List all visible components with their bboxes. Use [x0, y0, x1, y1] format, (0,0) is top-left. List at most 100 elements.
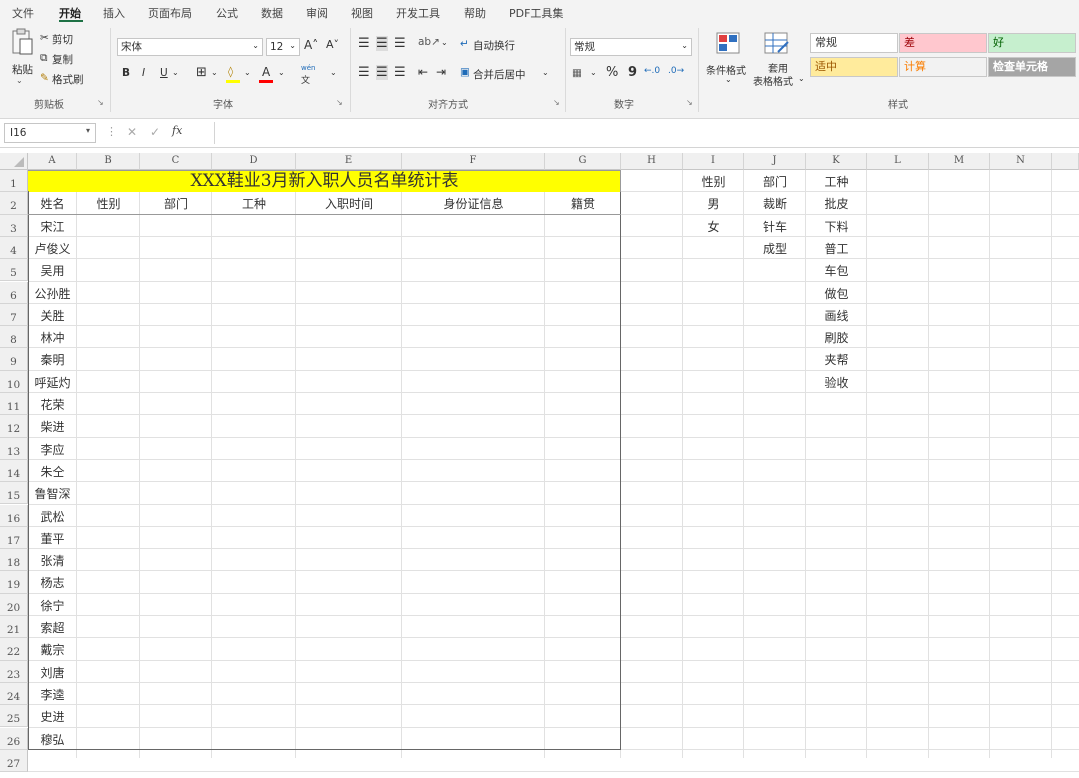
merge-center-icon[interactable]: ▣: [460, 66, 470, 78]
name-cell[interactable]: 吴用: [28, 259, 77, 281]
name-cell[interactable]: 柴进: [28, 415, 77, 437]
column-header-b[interactable]: B: [77, 153, 140, 170]
orientation-icon[interactable]: ab↗: [418, 36, 440, 48]
row-header-6[interactable]: 6: [0, 281, 28, 304]
format-as-table-button-line2[interactable]: 表格格式: [753, 73, 793, 88]
paste-icon[interactable]: [10, 28, 34, 56]
lookup-value-cell[interactable]: 下料: [806, 215, 867, 237]
name-cell[interactable]: 刘唐: [28, 661, 77, 683]
column-label-cell[interactable]: 性别: [77, 192, 140, 214]
font-name-box[interactable]: 宋体 ⌄: [117, 38, 263, 56]
row-header-23[interactable]: 23: [0, 660, 28, 683]
row-header-13[interactable]: 13: [0, 437, 28, 460]
name-box[interactable]: I16 ▾: [4, 123, 96, 143]
row-header-3[interactable]: 3: [0, 214, 28, 237]
name-cell[interactable]: 秦明: [28, 348, 77, 370]
style-check-cell[interactable]: 检查单元格: [988, 57, 1076, 77]
lookup-value-cell[interactable]: 裁断: [744, 192, 806, 214]
paste-button[interactable]: 粘贴: [12, 62, 33, 77]
lookup-header-cell[interactable]: 工种: [806, 170, 867, 192]
italic-button[interactable]: I: [142, 67, 145, 79]
column-label-cell[interactable]: 部门: [140, 192, 212, 214]
wrap-text-icon[interactable]: ↵: [460, 38, 469, 50]
column-header-m[interactable]: M: [929, 153, 990, 170]
column-header-g[interactable]: G: [545, 153, 621, 170]
number-format-box[interactable]: 常规 ⌄: [570, 38, 692, 56]
column-header-a[interactable]: A: [28, 153, 77, 170]
column-label-cell[interactable]: 工种: [212, 192, 296, 214]
style-normal[interactable]: 常规: [810, 33, 898, 53]
font-color-chevron-icon[interactable]: ⌄: [278, 68, 285, 77]
conditional-formatting-icon[interactable]: [716, 32, 740, 54]
clipboard-launcher-icon[interactable]: ↘: [97, 98, 104, 107]
column-label-cell[interactable]: 身份证信息: [402, 192, 545, 214]
row-header-10[interactable]: 10: [0, 370, 28, 393]
worksheet-grid[interactable]: ABCDEFGHIJKLMN 1 2 3 4 5 6 7 8 9 10 11 12 13 14 15 16 17…: [0, 153, 1079, 773]
lookup-value-cell[interactable]: 画线: [806, 304, 867, 326]
font-size-box[interactable]: 12 ⌄: [266, 38, 300, 56]
lookup-value-cell[interactable]: 做包: [806, 282, 867, 304]
phonetic-guide-icon[interactable]: wén: [301, 64, 315, 72]
orientation-chevron-icon[interactable]: ⌄: [441, 38, 448, 47]
tab-page-layout[interactable]: 页面布局: [148, 5, 192, 21]
tab-file[interactable]: 文件: [12, 5, 34, 21]
column-header-c[interactable]: C: [140, 153, 212, 170]
align-bottom-icon[interactable]: ☰: [394, 36, 406, 51]
name-cell[interactable]: 李应: [28, 438, 77, 460]
sheet-title[interactable]: XXX鞋业3月新入职人员名单统计表: [28, 170, 621, 192]
insert-function-icon[interactable]: fx: [172, 124, 182, 137]
number-launcher-icon[interactable]: ↘: [686, 98, 693, 107]
increase-decimal-icon[interactable]: ←.0: [644, 66, 660, 76]
increase-indent-icon[interactable]: ⇥: [436, 65, 446, 79]
name-cell[interactable]: 宋江: [28, 215, 77, 237]
row-header-26[interactable]: 26: [0, 727, 28, 750]
row-header-9[interactable]: 9: [0, 348, 28, 371]
row-header-14[interactable]: 14: [0, 459, 28, 483]
column-label-cell[interactable]: 入职时间: [296, 192, 402, 214]
decrease-font-icon[interactable]: A˅: [326, 38, 339, 51]
name-cell[interactable]: 张清: [28, 549, 77, 571]
format-painter-icon[interactable]: ✎: [40, 72, 49, 84]
name-cell[interactable]: 史进: [28, 705, 77, 727]
lookup-value-cell[interactable]: 针车: [744, 215, 806, 237]
row-header-2[interactable]: 2: [0, 192, 28, 215]
column-header-k[interactable]: K: [806, 153, 867, 170]
name-cell[interactable]: 公孙胜: [28, 282, 77, 304]
fill-color-icon[interactable]: ◊: [228, 66, 233, 78]
name-box-chevron-icon[interactable]: ▾: [86, 126, 90, 135]
lookup-header-cell[interactable]: 性别: [683, 170, 744, 192]
bold-button[interactable]: B: [122, 67, 130, 79]
format-painter-button[interactable]: 格式刷: [52, 72, 84, 87]
conditional-formatting-chevron-icon[interactable]: ⌄: [725, 75, 732, 84]
select-all-corner[interactable]: [0, 153, 28, 170]
align-top-icon[interactable]: ☰: [358, 36, 370, 51]
column-header-f[interactable]: F: [402, 153, 545, 170]
row-header-18[interactable]: 18: [0, 549, 28, 572]
row-header-16[interactable]: 16: [0, 504, 28, 527]
lookup-value-cell[interactable]: 成型: [744, 237, 806, 259]
column-label-cell[interactable]: 籍贯: [545, 192, 621, 214]
copy-icon[interactable]: ⧉: [40, 52, 48, 65]
tab-data[interactable]: 数据: [261, 5, 283, 21]
lookup-header-cell[interactable]: 部门: [744, 170, 806, 192]
lookup-value-cell[interactable]: 女: [683, 215, 744, 237]
borders-icon[interactable]: ⊞: [196, 65, 207, 80]
fill-color-chevron-icon[interactable]: ⌄: [244, 68, 251, 77]
name-cell[interactable]: 杨志: [28, 571, 77, 593]
row-header-21[interactable]: 21: [0, 616, 28, 639]
row-header-8[interactable]: 8: [0, 326, 28, 349]
lookup-value-cell[interactable]: 批皮: [806, 192, 867, 214]
underline-chevron-icon[interactable]: ⌄: [172, 68, 179, 77]
style-neutral[interactable]: 适中: [810, 57, 898, 77]
font-launcher-icon[interactable]: ↘: [336, 98, 343, 107]
align-middle-icon[interactable]: ☰: [376, 36, 388, 51]
tab-pdf-tools[interactable]: PDF工具集: [509, 5, 563, 21]
increase-font-icon[interactable]: A˄: [304, 38, 318, 52]
merge-center-chevron-icon[interactable]: ⌄: [542, 68, 549, 77]
format-as-table-chevron-icon[interactable]: ⌄: [798, 74, 805, 83]
row-header-19[interactable]: 19: [0, 571, 28, 594]
row-header-4[interactable]: 4: [0, 236, 28, 260]
borders-chevron-icon[interactable]: ⌄: [211, 68, 218, 77]
copy-button[interactable]: 复制: [52, 52, 73, 67]
lookup-value-cell[interactable]: 男: [683, 192, 744, 214]
